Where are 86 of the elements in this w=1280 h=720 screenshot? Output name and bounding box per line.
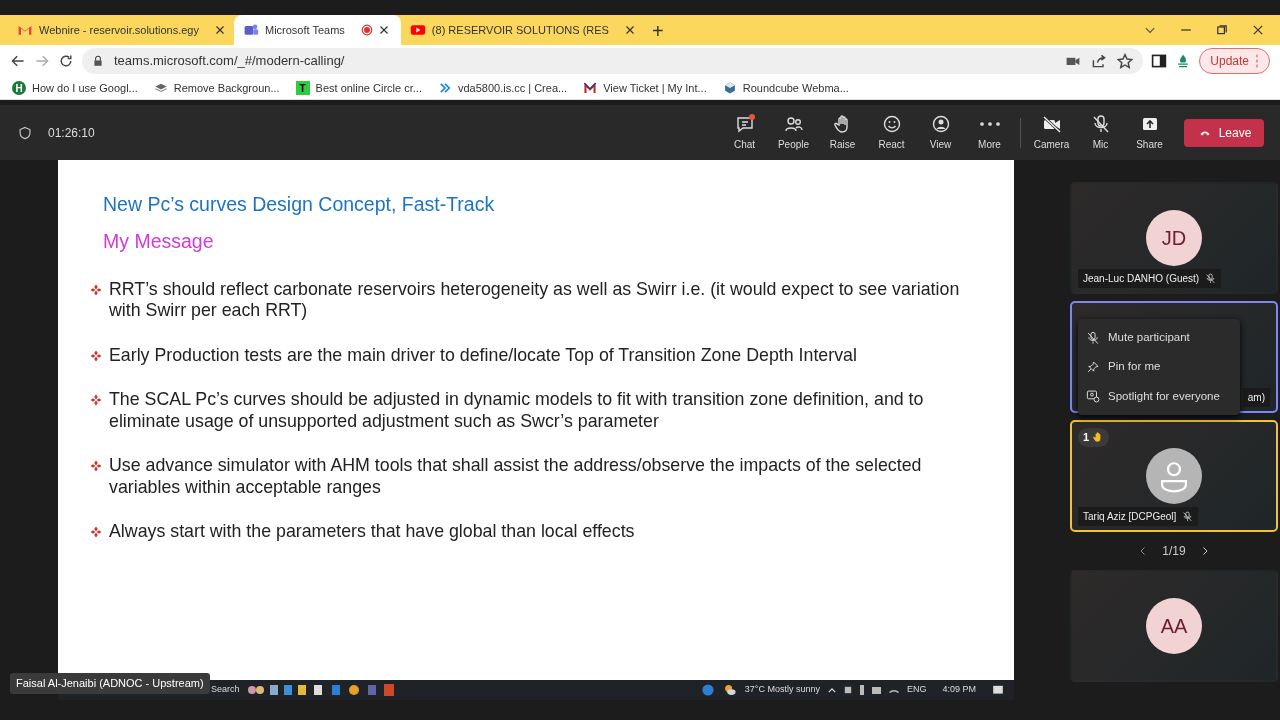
- toolbar-button[interactable]: Chat: [720, 113, 769, 152]
- participant-tile[interactable]: am) Mute participant Pin for me Spotlight for everyone: [1070, 301, 1278, 413]
- spotlight-icon: [1086, 389, 1100, 404]
- more-icon: [979, 121, 1000, 126]
- slide-subtitle: My Message: [103, 229, 215, 255]
- update-button[interactable]: Update: [1199, 48, 1270, 74]
- layers-icon: [153, 81, 168, 95]
- share-icon: [1091, 53, 1108, 69]
- participant-name: Tariq Aziz [DCPGeol]: [1078, 507, 1199, 526]
- close-icon: [378, 25, 389, 35]
- sun-cloud-icon: [722, 683, 737, 697]
- camera-off-icon: [1041, 113, 1062, 134]
- toolbar-button[interactable]: Camera: [1027, 113, 1076, 152]
- toolbar-button[interactable]: Mic: [1076, 113, 1125, 152]
- bullet-text: The SCAL Pc’s curves should be adjusted in dynamic models to fit with transition zone definition, and to eliminate usage of unsupported adjustment such as Swcr’s parameter: [109, 389, 925, 432]
- bookmark-icon: T: [295, 81, 310, 95]
- play-icon: [409, 22, 426, 38]
- bookmark-icon: H: [12, 81, 26, 95]
- new-tab-button[interactable]: +: [651, 21, 664, 41]
- bookmark-link[interactable]: Roundcube Webma...: [742, 79, 849, 97]
- leave-button[interactable]: Leave: [1184, 118, 1264, 147]
- toolbar-button[interactable]: View: [916, 113, 965, 152]
- star-icon: [1117, 53, 1134, 69]
- toolbar-button[interactable]: React: [867, 113, 916, 152]
- back-icon: [10, 53, 26, 69]
- participant-tile[interactable]: 1 Tariq Aziz [DCPGeol]: [1070, 420, 1278, 532]
- side-panel-icon: [1151, 53, 1168, 69]
- people-icon: [243, 22, 259, 38]
- menu-item[interactable]: Spotlight for everyone: [1078, 381, 1240, 411]
- slide-title: New Pc’s curves Design Concept, Fast-Track: [103, 192, 496, 217]
- bullet-icon: [90, 349, 102, 362]
- browser-tab[interactable]: (8) RESERVOIR SOLUTIONS (RES: [400, 15, 644, 45]
- participant-tile[interactable]: AA: [1070, 570, 1278, 682]
- bookmark-link[interactable]: Remove Backgroun...: [173, 79, 280, 97]
- toolbar-button[interactable]: Share: [1125, 113, 1174, 152]
- wifi-icon: [888, 687, 899, 693]
- participant-name: Jean-Luc DANHO (Guest): [1078, 269, 1222, 288]
- presenter-name-tag: Faisal Al-Jenaibi (ADNOC - Upstream): [10, 673, 210, 694]
- page-indicator: 1/19: [1162, 543, 1186, 560]
- browser-tab[interactable]: Webnire - reservoir.solutions.egy: [8, 15, 234, 45]
- bullet-text: Early Production tests are the main driver to define/locate Top of Transition Zone Depth Interval: [109, 344, 858, 366]
- toolbar-button[interactable]: People: [769, 113, 818, 152]
- avatar: AA: [1146, 598, 1202, 654]
- person-circle-icon: [930, 113, 951, 134]
- reload-icon: [58, 53, 74, 69]
- pin-icon: [1086, 359, 1100, 374]
- taskbar-apps-drawing: [247, 685, 306, 695]
- cube-icon: [722, 81, 737, 95]
- browser-tab[interactable]: Microsoft Teams: [234, 15, 401, 45]
- call-timer: 01:26:10: [48, 124, 95, 142]
- address-bar[interactable]: teams.microsoft.com/_#/modern-calling/: [82, 48, 1144, 74]
- maximize-icon: [1216, 24, 1228, 36]
- chevrons-icon: [437, 81, 452, 95]
- bullet-icon: [90, 394, 102, 406]
- bullet-text: RRT’s should reflect carbonate reservoirs heterogeneity as well as Swirr i.e. (it would expect to see variation with Swirr per each RRT): [109, 278, 961, 322]
- bullet-text: Always start with the parameters that have global than local effects: [109, 521, 636, 543]
- bullet-icon: [90, 526, 102, 538]
- bullet-text: Use advance simulator with AHM tools that shall assist the address/observe the impacts of the selected variables within acceptable ranges: [109, 455, 923, 498]
- lock-icon: [92, 55, 104, 67]
- menu-item[interactable]: Mute participant: [1078, 323, 1240, 353]
- bookmark-link[interactable]: vda5800.is.cc | Crea...: [457, 79, 568, 97]
- chevron-up-icon: [827, 687, 836, 693]
- forward-icon: [34, 53, 50, 69]
- participant-name: am): [1242, 388, 1270, 407]
- toolbar-button[interactable]: Raise: [818, 113, 867, 152]
- weather-text: 37°C Mostly sunny: [744, 683, 820, 697]
- bullet-icon: [90, 283, 102, 296]
- bookmark-link[interactable]: View Ticket | My Int...: [603, 79, 707, 97]
- toolbar-button[interactable]: More: [965, 113, 1014, 152]
- participant-tile[interactable]: JD Jean-Luc DANHO (Guest): [1070, 182, 1278, 294]
- shield-icon: [18, 125, 32, 140]
- language-indicator: ENG: [906, 683, 927, 697]
- close-icon: [215, 25, 225, 35]
- raised-hand-badge: 1: [1078, 428, 1110, 447]
- smiley-icon: [881, 113, 902, 134]
- menu-item[interactable]: Pin for me: [1078, 352, 1240, 382]
- bookmark-link[interactable]: How do I use Googl...: [32, 79, 138, 97]
- taskbar-clock: 4:09 PM: [942, 683, 976, 697]
- m-logo-icon: [583, 81, 598, 95]
- mic-off-icon: [1086, 330, 1100, 345]
- close-icon: [624, 25, 635, 35]
- search-text: Search: [211, 683, 240, 697]
- avatar: JD: [1146, 210, 1202, 266]
- close-icon: [1252, 24, 1264, 36]
- bookmark-link[interactable]: Best online Circle cr...: [315, 79, 422, 97]
- bullet-icon: [90, 460, 102, 472]
